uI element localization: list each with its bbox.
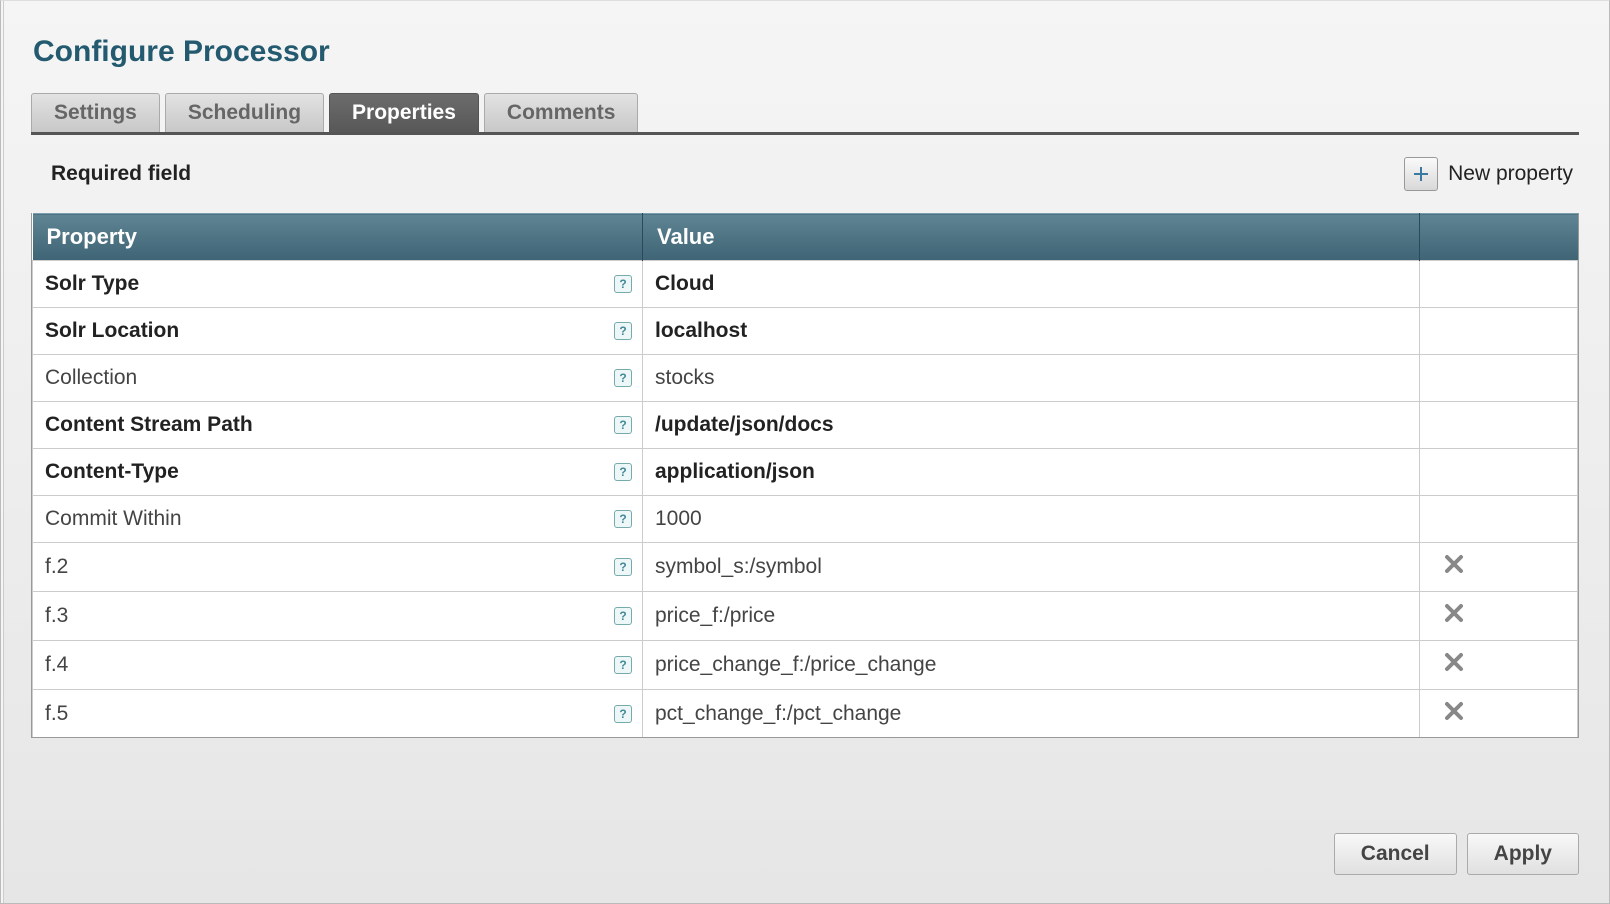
property-value-text: price_change_f:/price_change (655, 653, 936, 676)
property-name-cell[interactable]: Solr Type? (33, 261, 643, 308)
property-action-cell (1420, 543, 1578, 592)
properties-panel: Required field New property Property Val… (31, 135, 1579, 738)
property-value-cell[interactable]: price_change_f:/price_change (643, 641, 1420, 690)
delete-icon[interactable] (1442, 656, 1466, 679)
help-icon[interactable]: ? (614, 705, 632, 723)
tab-bar: Settings Scheduling Properties Comments (31, 93, 1579, 135)
header-value: Value (643, 214, 1420, 261)
table-row: Content-Type? application/json (33, 449, 1578, 496)
cancel-button[interactable]: Cancel (1334, 833, 1457, 875)
properties-table-container: Property Value Solr Type? Cloud Solr Locat… (31, 213, 1579, 738)
property-value-text: symbol_s:/symbol (655, 555, 822, 578)
delete-icon[interactable] (1442, 705, 1466, 728)
property-name-text: Content-Type (45, 460, 179, 483)
apply-button[interactable]: Apply (1467, 833, 1579, 875)
property-value-cell[interactable]: 1000 (643, 496, 1420, 543)
left-edge-decor (1, 1, 4, 903)
table-row: f.5? pct_change_f:/pct_change (33, 690, 1578, 739)
property-action-cell (1420, 449, 1578, 496)
property-name-cell[interactable]: Content-Type? (33, 449, 643, 496)
property-name-text: f.4 (45, 653, 68, 676)
property-name-cell[interactable]: Solr Location? (33, 308, 643, 355)
help-icon[interactable]: ? (614, 322, 632, 340)
property-name-cell[interactable]: Collection? (33, 355, 643, 402)
property-action-cell (1420, 690, 1578, 739)
property-name-cell[interactable]: f.3? (33, 592, 643, 641)
plus-icon (1404, 157, 1438, 191)
table-row: f.4? price_change_f:/price_change (33, 641, 1578, 690)
help-icon[interactable]: ? (614, 656, 632, 674)
table-row: Collection? stocks (33, 355, 1578, 402)
property-value-text: Cloud (655, 272, 714, 295)
property-name-text: Content Stream Path (45, 413, 253, 436)
property-value-cell[interactable]: application/json (643, 449, 1420, 496)
header-action (1420, 214, 1578, 261)
property-action-cell (1420, 355, 1578, 402)
property-value-text: stocks (655, 366, 715, 389)
new-property-button[interactable]: New property (1404, 157, 1579, 191)
property-action-cell (1420, 641, 1578, 690)
property-name-cell[interactable]: f.4? (33, 641, 643, 690)
help-icon[interactable]: ? (614, 416, 632, 434)
property-action-cell (1420, 261, 1578, 308)
help-icon[interactable]: ? (614, 558, 632, 576)
dialog-footer: Cancel Apply (1334, 833, 1579, 875)
property-value-cell[interactable]: price_f:/price (643, 592, 1420, 641)
property-value-cell[interactable]: pct_change_f:/pct_change (643, 690, 1420, 739)
property-name-cell[interactable]: Commit Within? (33, 496, 643, 543)
property-value-text: application/json (655, 460, 815, 483)
property-value-text: /update/json/docs (655, 413, 834, 436)
help-icon[interactable]: ? (614, 275, 632, 293)
dialog-title: Configure Processor (1, 1, 1609, 69)
panel-header-row: Required field New property (31, 135, 1579, 213)
table-row: Content Stream Path? /update/json/docs (33, 402, 1578, 449)
property-name-cell[interactable]: f.2? (33, 543, 643, 592)
property-name-text: Solr Location (45, 319, 179, 342)
property-name-text: f.5 (45, 702, 68, 725)
property-value-cell[interactable]: stocks (643, 355, 1420, 402)
help-icon[interactable]: ? (614, 510, 632, 528)
property-value-cell[interactable]: symbol_s:/symbol (643, 543, 1420, 592)
property-name-cell[interactable]: f.5? (33, 690, 643, 739)
help-icon[interactable]: ? (614, 463, 632, 481)
property-name-cell[interactable]: Content Stream Path? (33, 402, 643, 449)
configure-processor-dialog: Configure Processor Settings Scheduling … (0, 0, 1610, 904)
header-property: Property (33, 214, 643, 261)
tab-comments[interactable]: Comments (484, 93, 639, 132)
property-value-cell[interactable]: /update/json/docs (643, 402, 1420, 449)
tab-settings[interactable]: Settings (31, 93, 160, 132)
delete-icon[interactable] (1442, 607, 1466, 630)
property-action-cell (1420, 308, 1578, 355)
property-value-text: 1000 (655, 507, 702, 530)
property-action-cell (1420, 496, 1578, 543)
property-value-cell[interactable]: Cloud (643, 261, 1420, 308)
new-property-label: New property (1448, 162, 1573, 186)
help-icon[interactable]: ? (614, 369, 632, 387)
tab-properties[interactable]: Properties (329, 93, 479, 132)
table-row: f.3? price_f:/price (33, 592, 1578, 641)
property-value-cell[interactable]: localhost (643, 308, 1420, 355)
property-name-text: Solr Type (45, 272, 139, 295)
table-row: Solr Type? Cloud (33, 261, 1578, 308)
property-action-cell (1420, 592, 1578, 641)
table-header-row: Property Value (33, 214, 1578, 261)
table-row: f.2? symbol_s:/symbol (33, 543, 1578, 592)
property-action-cell (1420, 402, 1578, 449)
property-value-text: pct_change_f:/pct_change (655, 702, 901, 725)
table-row: Commit Within? 1000 (33, 496, 1578, 543)
required-field-label: Required field (51, 162, 191, 186)
property-name-text: f.3 (45, 604, 68, 627)
help-icon[interactable]: ? (614, 607, 632, 625)
property-value-text: localhost (655, 319, 747, 342)
property-value-text: price_f:/price (655, 604, 775, 627)
delete-icon[interactable] (1442, 558, 1466, 581)
property-name-text: Collection (45, 366, 137, 389)
property-name-text: f.2 (45, 555, 68, 578)
table-row: Solr Location? localhost (33, 308, 1578, 355)
property-name-text: Commit Within (45, 507, 182, 530)
tab-scheduling[interactable]: Scheduling (165, 93, 324, 132)
properties-table: Property Value Solr Type? Cloud Solr Locat… (32, 213, 1578, 738)
